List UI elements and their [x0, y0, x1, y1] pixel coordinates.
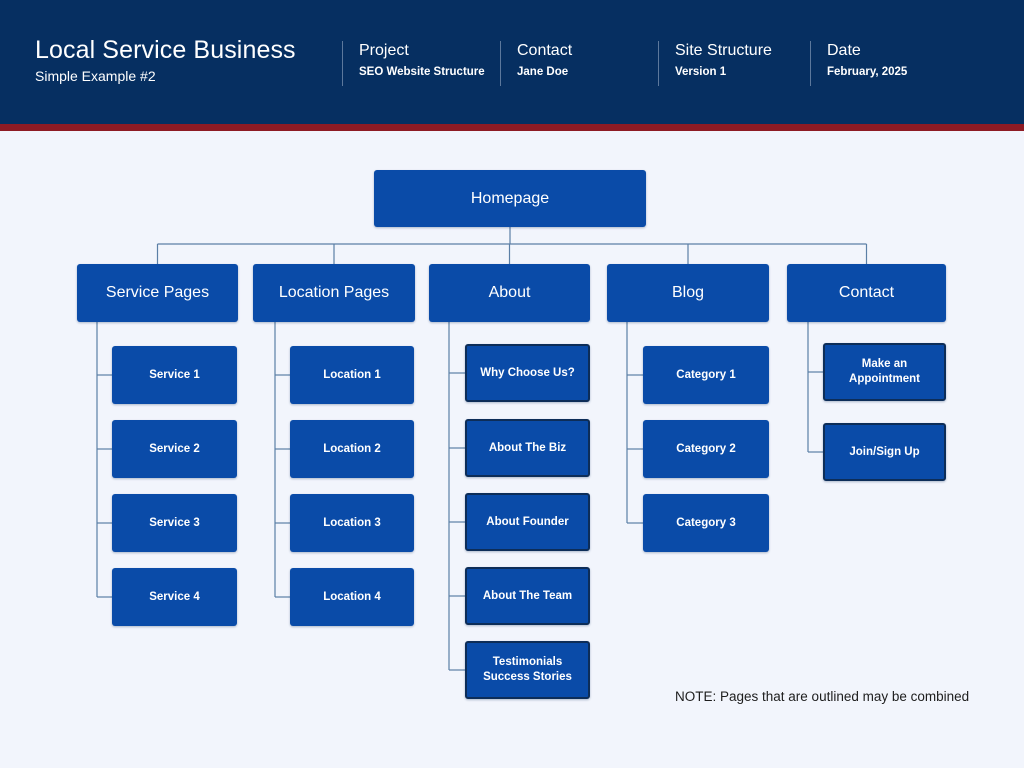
meta-site-structure-label: Site Structure — [675, 42, 772, 59]
page-subtitle: Simple Example #2 — [35, 68, 156, 84]
node-testimonials-success-stories[interactable]: Testimonials Success Stories — [465, 641, 590, 699]
node-why-choose-us[interactable]: Why Choose Us? — [465, 344, 590, 402]
node-location-4[interactable]: Location 4 — [290, 568, 414, 626]
node-label: Homepage — [470, 189, 550, 207]
document-header: Local Service Business Simple Example #2… — [0, 0, 1024, 124]
node-label: Blog — [671, 284, 705, 301]
node-label: Why Choose Us? — [480, 366, 575, 379]
node-label: Service 2 — [149, 442, 200, 455]
node-blog[interactable]: Blog — [607, 264, 769, 322]
meta-contact-value: Jane Doe — [517, 66, 569, 78]
meta-contact: Contact Jane Doe — [500, 41, 572, 86]
node-location-2[interactable]: Location 2 — [290, 420, 414, 478]
node-label: About The Biz — [488, 441, 567, 454]
node-label: Join/Sign Up — [849, 445, 920, 458]
node-category-3[interactable]: Category 3 — [643, 494, 769, 552]
meta-date-value: February, 2025 — [827, 66, 908, 78]
meta-date-label: Date — [827, 42, 861, 59]
node-homepage[interactable]: Homepage — [374, 170, 646, 227]
site-structure-diagram: Homepage Service Pages Service 1 Service 2 S… — [0, 131, 1024, 768]
node-service-pages[interactable]: Service Pages — [77, 264, 238, 322]
node-location-3[interactable]: Location 3 — [290, 494, 414, 552]
meta-project-label: Project — [359, 42, 409, 59]
node-label: Location 3 — [323, 516, 381, 529]
node-label: Category 2 — [676, 442, 736, 455]
node-label: Testimonials Success Stories — [483, 656, 572, 683]
node-label: Category 3 — [676, 516, 736, 529]
node-join-sign-up[interactable]: Join/Sign Up — [823, 423, 946, 481]
node-label: Make an Appointment — [849, 358, 920, 385]
header-accent-bar — [0, 124, 1024, 131]
node-about-founder[interactable]: About Founder — [465, 493, 590, 551]
node-service-4[interactable]: Service 4 — [112, 568, 237, 626]
node-label: Service 3 — [149, 516, 200, 529]
node-service-1[interactable]: Service 1 — [112, 346, 237, 404]
node-label: Location 4 — [323, 590, 381, 603]
node-about[interactable]: About — [429, 264, 590, 322]
node-label: Location Pages — [278, 284, 390, 301]
node-label: Location 2 — [323, 442, 381, 455]
node-label: Service Pages — [105, 284, 210, 301]
meta-project-value: SEO Website Structure — [359, 66, 485, 78]
node-service-2[interactable]: Service 2 — [112, 420, 237, 478]
node-label: About Founder — [486, 515, 569, 528]
node-label: About The Team — [482, 589, 573, 602]
meta-site-structure: Site Structure Version 1 — [658, 41, 772, 86]
node-make-an-appointment[interactable]: Make an Appointment — [823, 343, 946, 401]
node-category-2[interactable]: Category 2 — [643, 420, 769, 478]
node-location-pages[interactable]: Location Pages — [253, 264, 415, 322]
meta-project: Project SEO Website Structure — [342, 41, 485, 86]
node-about-the-team[interactable]: About The Team — [465, 567, 590, 625]
diagram-note: NOTE: Pages that are outlined may be com… — [675, 689, 970, 704]
node-label: Contact — [838, 284, 895, 301]
node-category-1[interactable]: Category 1 — [643, 346, 769, 404]
node-location-1[interactable]: Location 1 — [290, 346, 414, 404]
node-contact[interactable]: Contact — [787, 264, 946, 322]
node-about-the-biz[interactable]: About The Biz — [465, 419, 590, 477]
node-label: Category 1 — [676, 368, 736, 381]
node-label: Service 1 — [149, 368, 200, 381]
node-label: Service 4 — [149, 590, 200, 603]
page-title: Local Service Business — [35, 36, 296, 64]
meta-site-structure-value: Version 1 — [675, 66, 727, 78]
node-label: Location 1 — [323, 368, 381, 381]
meta-date: Date February, 2025 — [810, 41, 907, 86]
header-title-block: Local Service Business Simple Example #2 — [35, 36, 296, 86]
meta-contact-label: Contact — [517, 42, 573, 59]
node-label: About — [488, 284, 531, 301]
node-service-3[interactable]: Service 3 — [112, 494, 237, 552]
